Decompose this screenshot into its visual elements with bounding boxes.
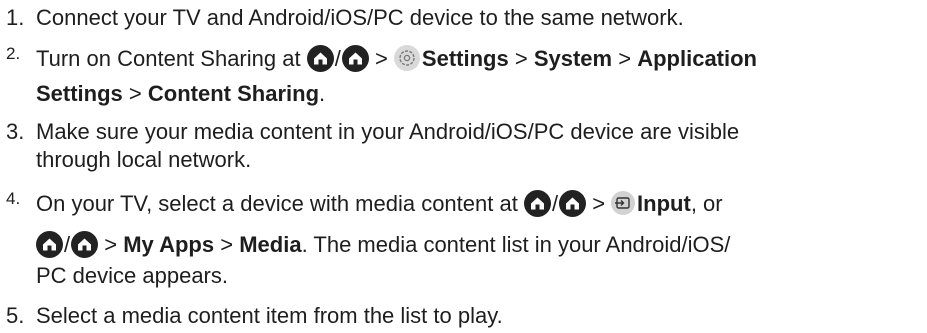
list-item: 4. On your TV, select a device with media…: [0, 190, 723, 218]
step-text: PC device appears.: [36, 263, 228, 288]
media-label: Media: [239, 232, 302, 257]
system-label: System: [533, 46, 613, 71]
my-apps-label: My Apps: [123, 232, 215, 257]
separator: >: [514, 46, 528, 71]
step-number: 5.: [6, 303, 25, 328]
separator: >: [374, 46, 388, 71]
list-item: 1. Connect your TV and Android/iOS/PC dev…: [0, 4, 684, 32]
step-text: Make sure your media content in your And…: [36, 119, 740, 144]
step-number: 2.: [6, 44, 21, 63]
step-text: Connect your TV and Android/iOS/PC devic…: [36, 5, 684, 30]
input-icon: [611, 191, 636, 216]
separator: >: [592, 191, 606, 216]
step-text: Turn on Content Sharing at: [36, 46, 307, 71]
settings-label: Settings: [421, 46, 509, 71]
home-icon: [306, 44, 334, 72]
separator: >: [128, 81, 142, 106]
separator: >: [104, 232, 118, 257]
home-icon: [71, 230, 99, 258]
separator: >: [618, 46, 632, 71]
step-text: through local network.: [36, 147, 252, 172]
step-text: On your TV, select a device with media c…: [36, 191, 524, 216]
period: .: [319, 81, 326, 106]
list-item: 3. Make sure your media content in your A…: [0, 118, 739, 146]
step-number: 3.: [6, 119, 25, 144]
step-text: , or: [690, 191, 723, 216]
home-icon: [341, 44, 369, 72]
application-settings-label: Settings: [36, 81, 123, 106]
list-item-continuation: / > My Apps > Media. The media content l…: [36, 230, 731, 259]
instruction-list: 1. Connect your TV and Android/iOS/PC dev…: [0, 0, 927, 333]
list-item-continuation: Settings > Content Sharing.: [36, 80, 325, 108]
separator: >: [220, 232, 234, 257]
list-item: 5. Select a media content item from the l…: [0, 302, 503, 330]
home-icon: [36, 230, 63, 258]
step-number: 4.: [6, 189, 21, 208]
input-label: Input: [637, 191, 691, 216]
gear-icon: [393, 45, 420, 72]
step-text: Select a media content item from the lis…: [36, 303, 503, 328]
application-label: Application: [637, 46, 757, 71]
content-sharing-label: Content Sharing: [147, 81, 320, 106]
list-item-continuation: through local network.: [36, 146, 251, 174]
home-icon: [523, 189, 551, 217]
list-item-continuation: PC device appears.: [36, 262, 228, 290]
home-icon: [559, 189, 587, 217]
step-number: 1.: [6, 5, 25, 30]
list-item: 2. Turn on Content Sharing at / > Setting…: [0, 45, 757, 73]
step-text: . The media content list in your Android…: [301, 232, 731, 257]
